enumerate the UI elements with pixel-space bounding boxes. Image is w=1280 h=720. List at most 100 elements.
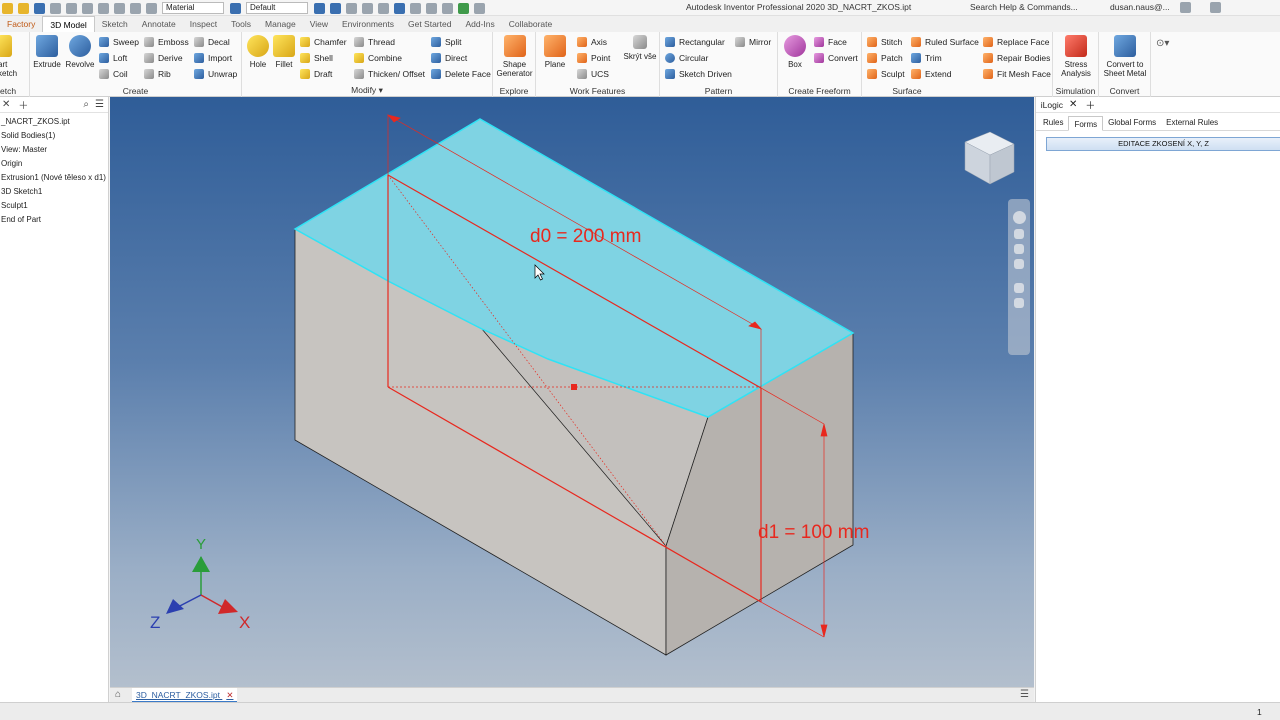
orbit-icon[interactable] <box>1014 259 1024 269</box>
add-tab-icon[interactable]: ＋ <box>18 97 28 112</box>
point-button[interactable]: Point <box>577 52 610 64</box>
view-face-icon[interactable] <box>1014 298 1024 308</box>
sculpt-button[interactable]: Sculpt <box>867 68 905 80</box>
user-account[interactable]: dusan.naus@... <box>1110 2 1170 12</box>
adjust-icon[interactable] <box>314 2 325 14</box>
emboss-button[interactable]: Emboss <box>144 36 189 48</box>
undo-icon[interactable] <box>50 2 61 14</box>
tab-global-forms[interactable]: Global Forms <box>1103 115 1161 130</box>
axis-button[interactable]: Axis <box>577 36 607 48</box>
tab-tools[interactable]: Tools <box>224 16 258 32</box>
tab-annotate[interactable]: Annotate <box>135 16 183 32</box>
sketch-point[interactable] <box>571 384 577 390</box>
search-icon[interactable]: ⌕ <box>83 99 89 110</box>
grid-icon[interactable] <box>410 2 421 14</box>
menu-icon[interactable]: ☰ <box>1020 689 1029 700</box>
fx-icon[interactable] <box>346 2 357 14</box>
direct-button[interactable]: Direct <box>431 52 467 64</box>
shape-generator-button[interactable]: Shape Generator <box>494 35 535 78</box>
panel-title-modify[interactable]: Modify ▾ <box>242 85 492 96</box>
convert-sheet-metal-button[interactable]: Convert to Sheet Metal <box>1100 35 1150 78</box>
stress-analysis-button[interactable]: Stress Analysis <box>1054 35 1098 78</box>
view-cube[interactable] <box>964 131 1015 185</box>
menu-icon[interactable]: ☰ <box>95 99 104 110</box>
rectangular-pattern-button[interactable]: Rectangular <box>665 36 725 48</box>
tab-collaborate[interactable]: Collaborate <box>502 16 559 32</box>
fit-mesh-face-button[interactable]: Fit Mesh Face <box>983 68 1051 80</box>
material-select[interactable]: Material <box>162 2 224 14</box>
save-icon[interactable] <box>34 2 45 14</box>
freeform-box-button[interactable]: Box <box>782 35 808 69</box>
ucs-button[interactable]: UCS <box>577 68 609 80</box>
measure-icon[interactable] <box>130 2 141 14</box>
clear-icon[interactable] <box>330 2 341 14</box>
hole-button[interactable]: Hole <box>245 35 271 69</box>
plane-button[interactable]: Plane <box>540 35 570 69</box>
cart-icon[interactable] <box>1180 2 1191 13</box>
tree-item-solid-bodies[interactable]: Solid Bodies(1) <box>0 129 108 143</box>
help-icon[interactable] <box>1210 2 1221 13</box>
home-icon[interactable] <box>82 2 93 14</box>
delete-face-button[interactable]: Delete Face <box>431 68 491 80</box>
tab-inspect[interactable]: Inspect <box>183 16 224 32</box>
tab-forms[interactable]: Forms <box>1068 116 1104 131</box>
tab-environments[interactable]: Environments <box>335 16 401 32</box>
tab-3d-model[interactable]: 3D Model <box>42 16 95 32</box>
chamfer-button[interactable]: Chamfer <box>300 36 347 48</box>
extrude-button[interactable]: Extrude <box>32 35 62 69</box>
tree-item-3d-sketch1[interactable]: 3D Sketch1 <box>0 185 108 199</box>
home-icon[interactable]: ⌂ <box>115 689 121 700</box>
steering-wheel-icon[interactable] <box>1012 211 1026 224</box>
navigation-bar[interactable] <box>1008 199 1030 355</box>
close-tab-icon[interactable]: ✕ <box>226 690 233 700</box>
ruled-surface-button[interactable]: Ruled Surface <box>911 36 979 48</box>
thread-button[interactable]: Thread <box>354 36 395 48</box>
open-icon[interactable] <box>18 2 29 14</box>
replace-face-button[interactable]: Replace Face <box>983 36 1049 48</box>
redo-icon[interactable] <box>66 2 77 14</box>
stitch-button[interactable]: Stitch <box>867 36 902 48</box>
tree-item-sculpt1[interactable]: Sculpt1 <box>0 199 108 213</box>
new-icon[interactable] <box>2 2 13 14</box>
derive-button[interactable]: Derive <box>144 52 183 64</box>
extend-button[interactable]: Extend <box>911 68 951 80</box>
repair-bodies-button[interactable]: Repair Bodies <box>983 52 1050 64</box>
tree-item-view[interactable]: View: Master <box>0 143 108 157</box>
select-icon[interactable] <box>114 2 125 14</box>
freeform-convert-button[interactable]: Convert <box>814 52 858 64</box>
tab-external-rules[interactable]: External Rules <box>1161 115 1223 130</box>
tab-view[interactable]: View <box>303 16 335 32</box>
add-tab-icon[interactable]: ＋ <box>1085 97 1095 112</box>
shell-button[interactable]: Shell <box>300 52 333 64</box>
mirror-button[interactable]: Mirror <box>735 36 771 48</box>
pan-icon[interactable] <box>1014 229 1024 239</box>
import-button[interactable]: Import <box>194 52 232 64</box>
list-icon[interactable] <box>378 2 389 14</box>
start-sketch-button[interactable]: art ketch <box>0 35 22 78</box>
patch-button[interactable]: Patch <box>867 52 903 64</box>
tab-manage[interactable]: Manage <box>258 16 303 32</box>
sketch-driven-button[interactable]: Sketch Driven <box>665 68 732 80</box>
decal-button[interactable]: Decal <box>194 36 230 48</box>
circular-pattern-button[interactable]: Circular <box>665 52 708 64</box>
add-icon[interactable] <box>394 2 405 14</box>
fillet-button[interactable]: Fillet <box>271 35 297 69</box>
tree-item-origin[interactable]: Origin <box>0 157 108 171</box>
ilogic-icon[interactable] <box>458 2 469 14</box>
revolve-button[interactable]: Revolve <box>64 35 96 69</box>
close-icon[interactable]: ✕ <box>1069 99 1077 110</box>
tab-sketch[interactable]: Sketch <box>95 16 135 32</box>
combine-button[interactable]: Combine <box>354 52 402 64</box>
tab-factory[interactable]: Factory <box>0 16 42 32</box>
loft-button[interactable]: Loft <box>99 52 127 64</box>
freeform-face-button[interactable]: Face <box>814 36 847 48</box>
zoom-icon[interactable] <box>1014 244 1024 254</box>
coil-button[interactable]: Coil <box>99 68 128 80</box>
document-tab[interactable]: 3D_NACRT_ZKOS.ipt ✕ <box>132 688 238 703</box>
dim-d0-label[interactable]: d0 = 200 mm <box>530 226 641 247</box>
graphics-viewport[interactable]: d0 = 200 mm d1 = 100 mm Y X Z <box>110 97 1034 687</box>
form-editace-zkoseni-button[interactable]: EDITACE ZKOSENÍ X, Y, Z <box>1046 137 1280 151</box>
close-icon[interactable]: ✕ <box>2 99 10 110</box>
dropdown-icon[interactable] <box>474 2 485 14</box>
dim-d1-label[interactable]: d1 = 100 mm <box>758 522 869 543</box>
